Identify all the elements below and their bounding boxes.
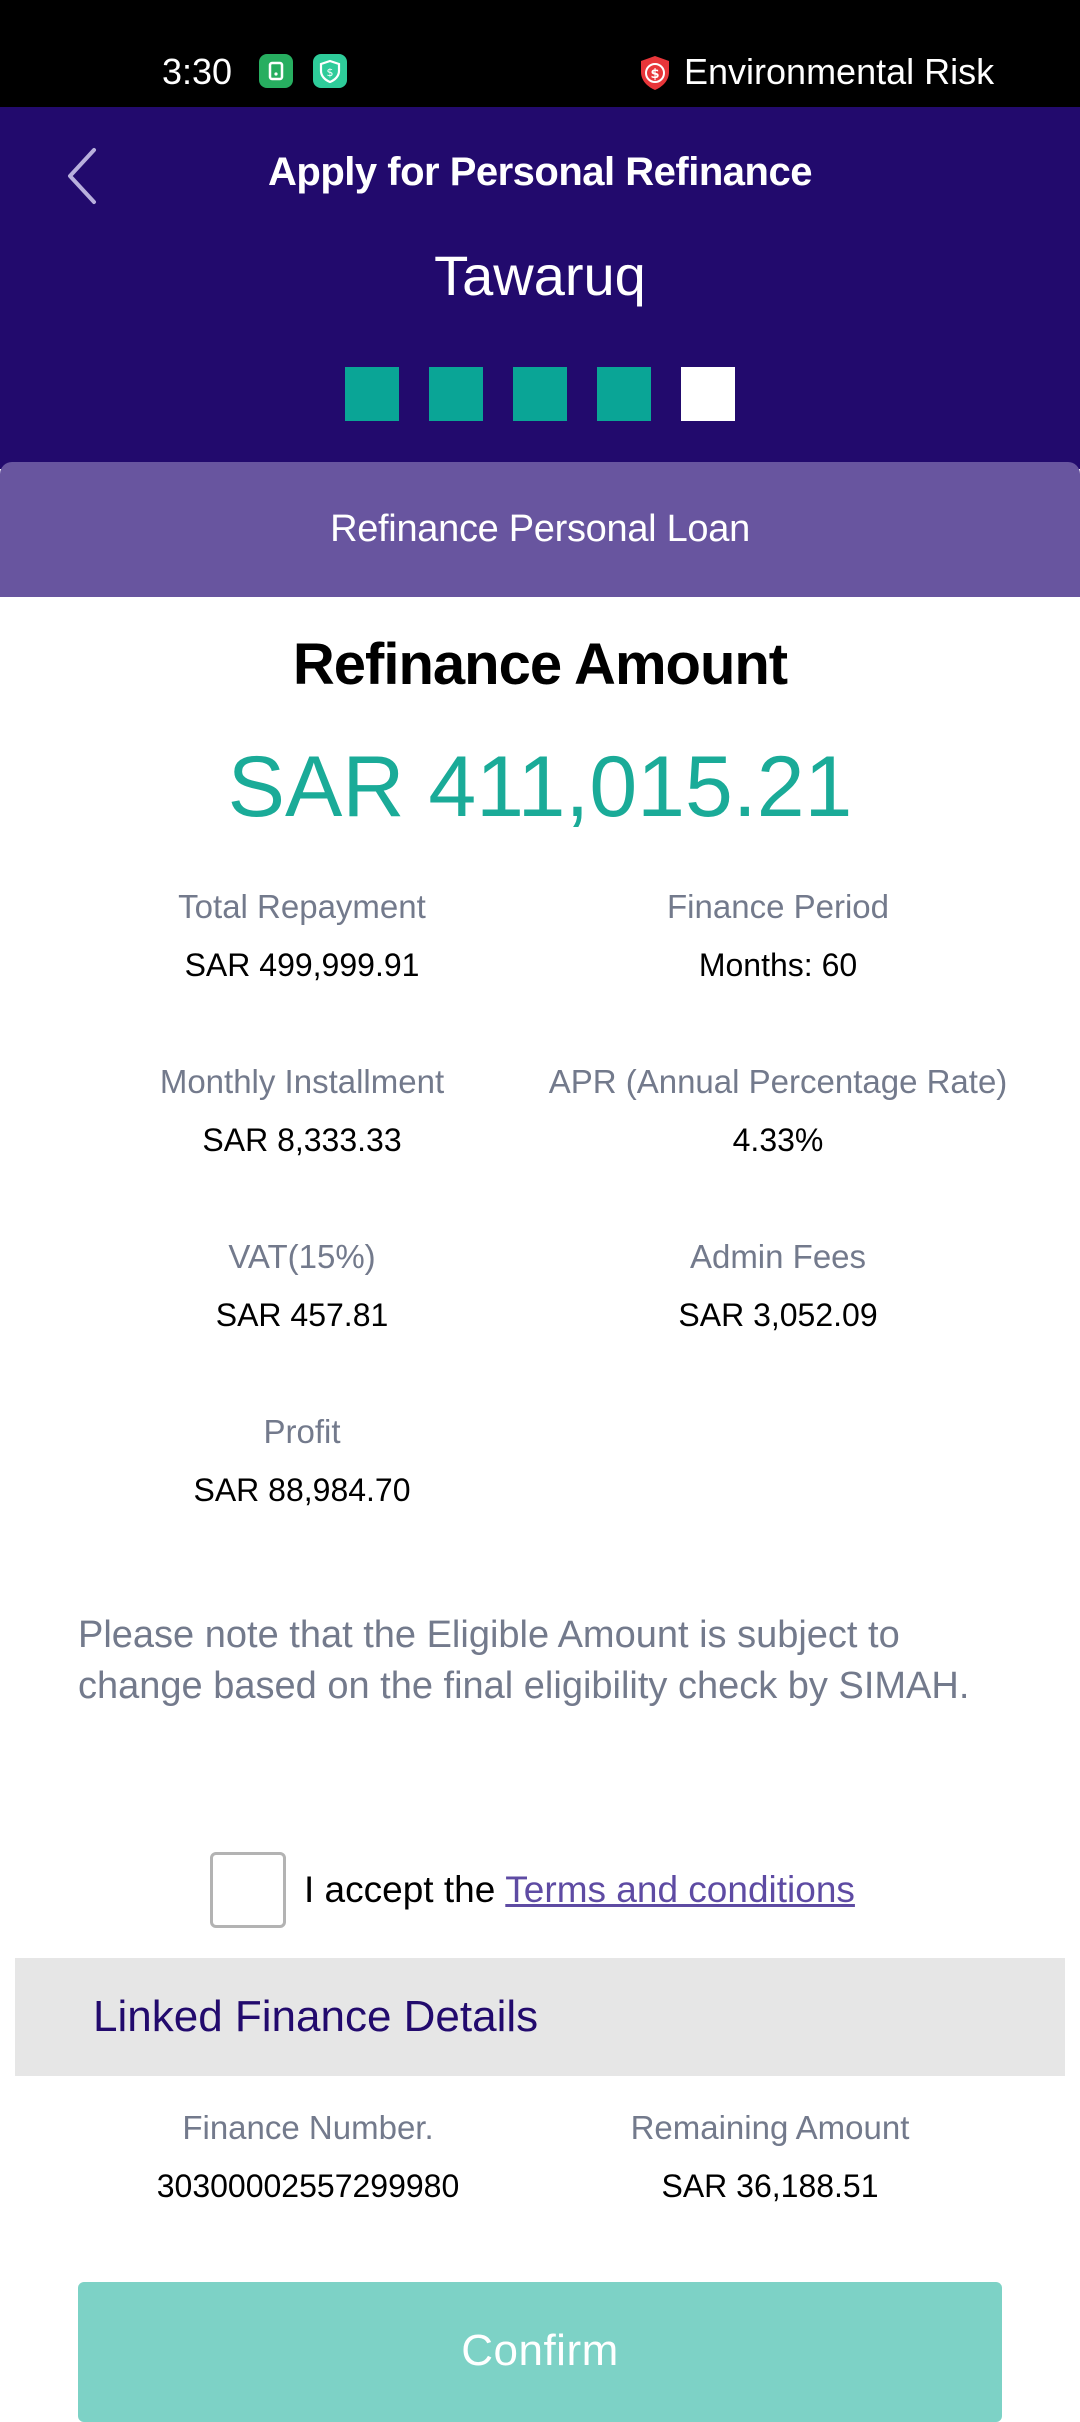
status-bar: 3:30 $ $ Environmental Risk xyxy=(0,0,1080,107)
linked-finance-number: Finance Number. 30300002557299980 xyxy=(48,2106,568,2208)
detail-label: VAT(15%) xyxy=(228,1238,376,1275)
terms-prefix: I accept the xyxy=(304,1869,496,1910)
security-app-icon: $ xyxy=(313,54,347,88)
eligibility-note: Please note that the Eligible Amount is … xyxy=(78,1614,970,1707)
product-name: Tawaruq xyxy=(434,244,646,307)
detail-label: Admin Fees xyxy=(689,1238,867,1275)
app-header: Apply for Personal Refinance Tawaruq xyxy=(0,107,1080,469)
detail-label: APR (Annual Percentage Rate) xyxy=(548,1063,1008,1100)
section-header: Refinance Personal Loan xyxy=(0,462,1080,597)
step-4-done xyxy=(597,367,651,421)
step-5-current xyxy=(681,367,735,421)
step-3-done xyxy=(513,367,567,421)
svg-text:$: $ xyxy=(327,66,334,79)
terms-row: I accept the Terms and conditions xyxy=(210,1852,855,1928)
detail-value: SAR 499,999.91 xyxy=(184,947,420,983)
refinance-amount-title: Refinance Amount xyxy=(292,632,788,697)
detail-label: Finance Number. xyxy=(182,2109,434,2146)
step-2-done xyxy=(429,367,483,421)
detail-value: 30300002557299980 xyxy=(156,2168,460,2204)
linked-remaining-amount: Remaining Amount SAR 36,188.51 xyxy=(510,2106,1030,2208)
linked-finance-header: Linked Finance Details xyxy=(15,1958,1065,2076)
detail-label: Monthly Installment xyxy=(159,1063,445,1100)
detail-finance-period: Finance Period Months: 60 xyxy=(518,885,1038,987)
detail-label: Remaining Amount xyxy=(630,2109,910,2146)
status-time: 3:30 xyxy=(162,51,233,92)
app-notification-icon xyxy=(259,54,293,88)
detail-value: 4.33% xyxy=(732,1122,824,1158)
detail-vat: VAT(15%) SAR 457.81 xyxy=(42,1235,562,1337)
detail-value: SAR 8,333.33 xyxy=(202,1122,402,1158)
confirm-button[interactable]: Confirm xyxy=(78,2282,1002,2422)
risk-shield-icon: $ xyxy=(641,56,669,90)
step-indicator xyxy=(0,367,1080,421)
detail-label: Total Repayment xyxy=(178,888,426,925)
detail-label: Profit xyxy=(263,1413,341,1450)
detail-profit: Profit SAR 88,984.70 xyxy=(42,1410,562,1512)
detail-apr: APR (Annual Percentage Rate) 4.33% xyxy=(518,1060,1038,1162)
detail-admin-fees: Admin Fees SAR 3,052.09 xyxy=(518,1235,1038,1337)
detail-value: SAR 3,052.09 xyxy=(678,1297,878,1333)
page-title: Apply for Personal Refinance xyxy=(268,150,812,194)
detail-label: Finance Period xyxy=(667,888,889,925)
detail-value: Months: 60 xyxy=(698,947,858,983)
detail-value: SAR 457.81 xyxy=(215,1297,389,1333)
detail-value: SAR 36,188.51 xyxy=(661,2168,879,2204)
refinance-amount-value: SAR 411,015.21 xyxy=(227,739,853,835)
step-1-done xyxy=(345,367,399,421)
terms-checkbox[interactable] xyxy=(210,1852,286,1928)
detail-total-repayment: Total Repayment SAR 499,999.91 xyxy=(42,885,562,987)
svg-text:$: $ xyxy=(650,67,659,82)
terms-link[interactable]: Terms and conditions xyxy=(505,1869,855,1911)
detail-monthly-installment: Monthly Installment SAR 8,333.33 xyxy=(42,1060,562,1162)
detail-value: SAR 88,984.70 xyxy=(193,1472,411,1508)
environmental-risk-label: Environmental Risk xyxy=(684,51,995,92)
